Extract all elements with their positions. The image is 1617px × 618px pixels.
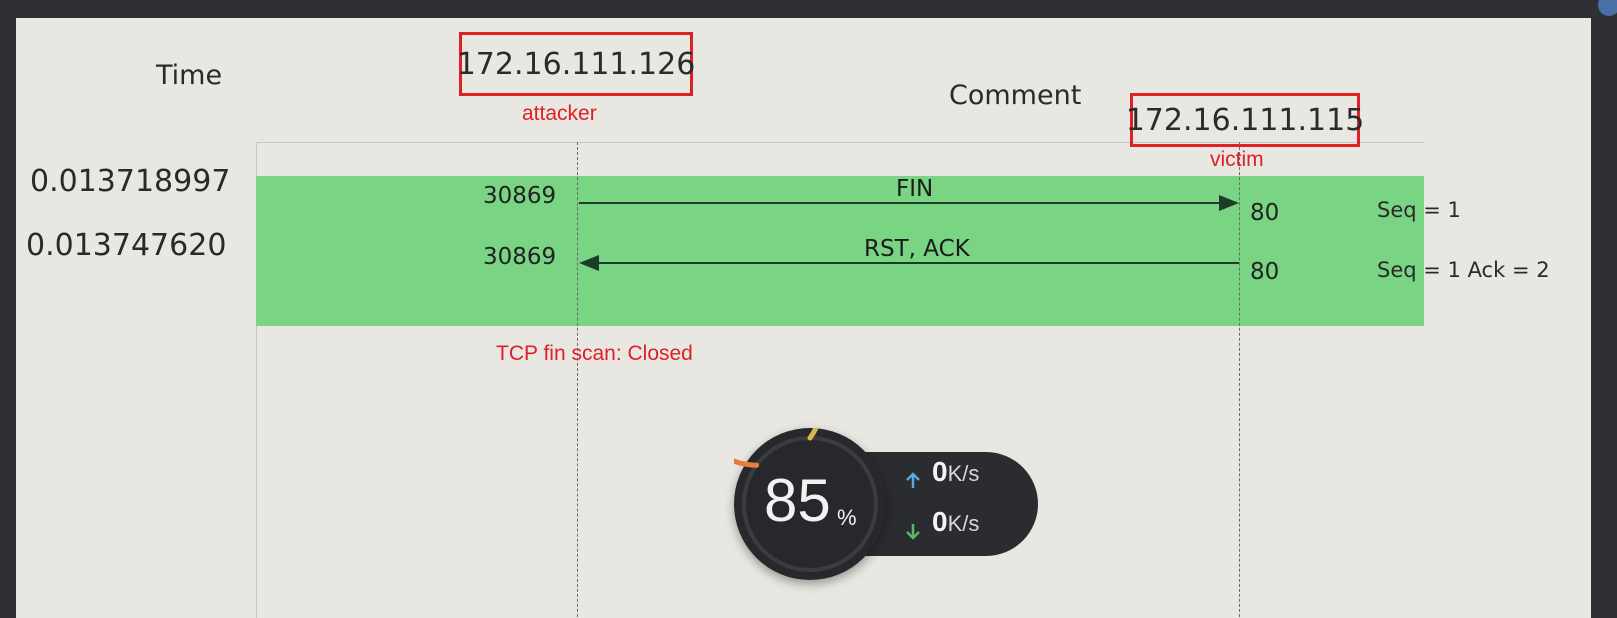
attacker-ip-box: 172.16.111.126 <box>456 32 696 96</box>
comment-column-header: Comment <box>949 80 1082 111</box>
arrow-down-icon <box>906 524 920 540</box>
download-value: 0 <box>932 506 948 537</box>
arrow-right-icon <box>1219 195 1239 211</box>
src-port: 30869 <box>483 183 557 209</box>
victim-timeline <box>1239 142 1240 618</box>
packet-time: 0.013747620 <box>26 228 227 263</box>
percent-sign: % <box>837 505 857 530</box>
victim-label: victim <box>1210 148 1264 171</box>
packet-comment: Seq = 1 Ack = 2 <box>1377 258 1550 282</box>
packet-label[interactable]: RST, ACK <box>864 236 970 262</box>
upload-speed: 0K/s <box>932 456 979 488</box>
upload-unit: K/s <box>947 461 980 486</box>
victim-ip-box: 172.16.111.115 <box>1126 93 1364 147</box>
src-port: 80 <box>1250 259 1280 285</box>
dst-port: 30869 <box>483 244 557 270</box>
packet-comment: Seq = 1 <box>1377 198 1461 222</box>
flow-graph-window: Time Comment 172.16.111.126 attacker 172… <box>16 18 1591 618</box>
scan-result-annotation: TCP fin scan: Closed <box>496 342 693 365</box>
victim-ip: 172.16.111.115 <box>1125 102 1365 138</box>
attacker-ip: 172.16.111.126 <box>456 46 696 82</box>
attacker-label: attacker <box>522 102 597 125</box>
usage-gauge: 85 % <box>734 428 886 580</box>
arrow-left-icon <box>579 255 599 271</box>
attacker-timeline <box>577 142 578 618</box>
close-icon[interactable] <box>1598 0 1617 16</box>
network-speed-widget[interactable]: 85 % 0K/s 0K/s <box>734 428 1042 580</box>
selected-packet-rows[interactable] <box>256 176 1424 326</box>
packet-time: 0.013718997 <box>30 164 231 199</box>
usage-percent: 85 <box>764 467 831 534</box>
upload-value: 0 <box>932 456 948 487</box>
fin-arrow[interactable] <box>579 202 1223 204</box>
arrow-up-icon <box>906 472 920 488</box>
packet-label[interactable]: FIN <box>896 176 933 202</box>
download-unit: K/s <box>947 511 980 536</box>
dst-port: 80 <box>1250 200 1280 226</box>
time-column-header: Time <box>156 60 223 91</box>
download-speed: 0K/s <box>932 506 979 538</box>
rst-ack-arrow[interactable] <box>599 262 1239 264</box>
